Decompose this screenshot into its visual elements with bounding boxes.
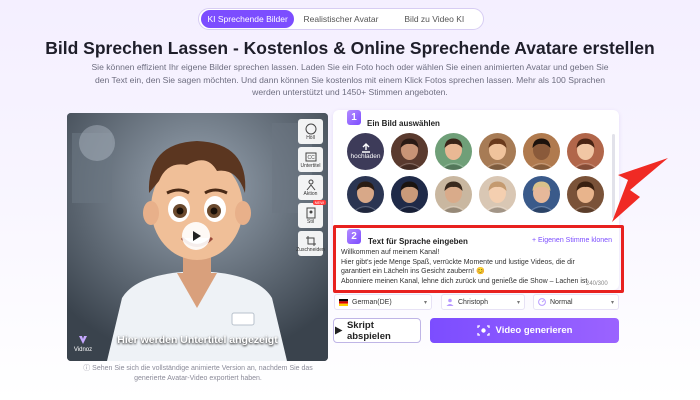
tab-realistischer-avatar[interactable]: Realistischer Avatar: [294, 10, 387, 28]
avatar-thumbnail: [523, 176, 560, 213]
avatar-thumbnail: [567, 133, 604, 170]
vidnoz-logo-icon: [79, 336, 87, 344]
avatar-cartoon-girl[interactable]: [567, 133, 604, 170]
step-1-badge: 1: [347, 110, 361, 125]
language-select[interactable]: German(DE) ▾: [334, 294, 432, 310]
avatar-thumbnail: [567, 176, 604, 213]
voice-select[interactable]: Christoph ▾: [441, 294, 525, 310]
video-frame-icon: [476, 325, 490, 336]
chevron-down-icon: ▾: [610, 300, 614, 306]
preview-note-text: Sehen Sie sich die vollständige animiert…: [92, 365, 313, 382]
mode-tabs: KI Sprechende Bilder Realistischer Avata…: [198, 8, 484, 30]
language-value: German(DE): [352, 298, 392, 306]
new-badge: NEW: [312, 200, 326, 205]
play-script-button[interactable]: Skript abspielen: [333, 318, 421, 343]
tool-action[interactable]: Aktion: [298, 175, 323, 200]
page-title: Bild Sprechen Lassen - Kostenlos & Onlin…: [45, 38, 655, 58]
german-flag-icon: [339, 298, 348, 306]
avatar-grid-scrollbar[interactable]: [612, 134, 615, 218]
avatar-man-suit[interactable]: [523, 176, 560, 213]
avatar-thumbnail: [435, 133, 472, 170]
avatar-news-woman[interactable]: [347, 176, 384, 213]
avatar-thumbnail: [435, 176, 472, 213]
avatar-cartoon-boy-green[interactable]: [435, 133, 472, 170]
svg-text:CC: CC: [307, 155, 315, 161]
tool-face[interactable]: Höll: [298, 119, 323, 144]
avatar-thumbnail: [479, 133, 516, 170]
tool-crop[interactable]: Zuschneiden: [296, 231, 325, 256]
tab-ki-sprechende-bilder[interactable]: KI Sprechende Bilder: [201, 10, 295, 28]
page-description: Sie können effizient Ihr eigene Bilder s…: [91, 62, 609, 98]
play-icon: [193, 231, 201, 241]
vidnoz-logo-label: Vidnoz: [73, 347, 93, 353]
generate-video-label: Video generieren: [495, 325, 573, 336]
tool-action-label: Aktion: [303, 190, 318, 197]
vidnoz-logo: Vidnoz: [72, 335, 94, 353]
upload-label: hochladen: [350, 153, 381, 160]
avatar-thumbnail: [347, 176, 384, 213]
avatar-thumbnail: [391, 133, 428, 170]
avatar-cartoon-man-dark[interactable]: [523, 133, 560, 170]
info-icon: ⓘ: [83, 365, 93, 372]
video-play-button[interactable]: [182, 222, 210, 250]
chevron-down-icon: ▾: [516, 300, 520, 306]
avatar-thumbnail: [523, 133, 560, 170]
crop-icon: [305, 235, 316, 246]
tool-style[interactable]: Stil NEW: [298, 200, 326, 228]
avatar-thumbnail: [391, 176, 428, 213]
step-1-title: Ein Bild auswählen: [367, 119, 440, 128]
highlight-box: [333, 225, 624, 293]
tool-style-label: Stil: [307, 218, 314, 225]
video-subtitle: Hier werden Untertitel angezeigt: [117, 334, 278, 346]
upload-avatar-button[interactable]: hochladen: [347, 133, 384, 170]
tab-bild-zu-video[interactable]: Bild zu Video KI: [388, 10, 481, 28]
face-icon: [305, 123, 316, 134]
user-icon: [446, 298, 454, 306]
tool-face-label: Höll: [306, 134, 315, 141]
avatar-cartoon-boy-brown[interactable]: [479, 133, 516, 170]
style-icon: [306, 207, 315, 218]
play-icon: [334, 326, 343, 335]
play-script-label: Skript abspielen: [346, 319, 391, 342]
tool-crop-label: Zuschneiden: [296, 246, 325, 253]
tool-subtitles[interactable]: CC Untertitel: [298, 147, 323, 172]
avatar-news-man[interactable]: [391, 176, 428, 213]
upload-icon: [361, 143, 370, 153]
chevron-down-icon: ▾: [423, 300, 427, 306]
voice-value: Christoph: [458, 298, 488, 306]
avatar-cartoon-kid[interactable]: [567, 176, 604, 213]
video-side-toolbar: Höll CC Untertitel Aktion Stil NEW Zusch…: [296, 119, 326, 256]
generate-video-button[interactable]: Video generieren: [430, 318, 619, 343]
speed-select[interactable]: Normal ▾: [533, 294, 619, 310]
avatar-man-beige[interactable]: [435, 176, 472, 213]
speed-icon: [538, 298, 546, 306]
avatar-baby[interactable]: [479, 176, 516, 213]
person-action-icon: [306, 179, 315, 190]
avatar-woman-dark-hair[interactable]: [391, 133, 428, 170]
avatar-thumbnail: [479, 176, 516, 213]
preview-note: ⓘ Sehen Sie sich die vollständige animie…: [68, 364, 328, 384]
tool-subtitles-label: Untertitel: [300, 162, 321, 169]
cc-icon: CC: [305, 152, 316, 161]
avatar-grid: hochladen: [347, 133, 609, 213]
speed-value: Normal: [550, 298, 573, 306]
